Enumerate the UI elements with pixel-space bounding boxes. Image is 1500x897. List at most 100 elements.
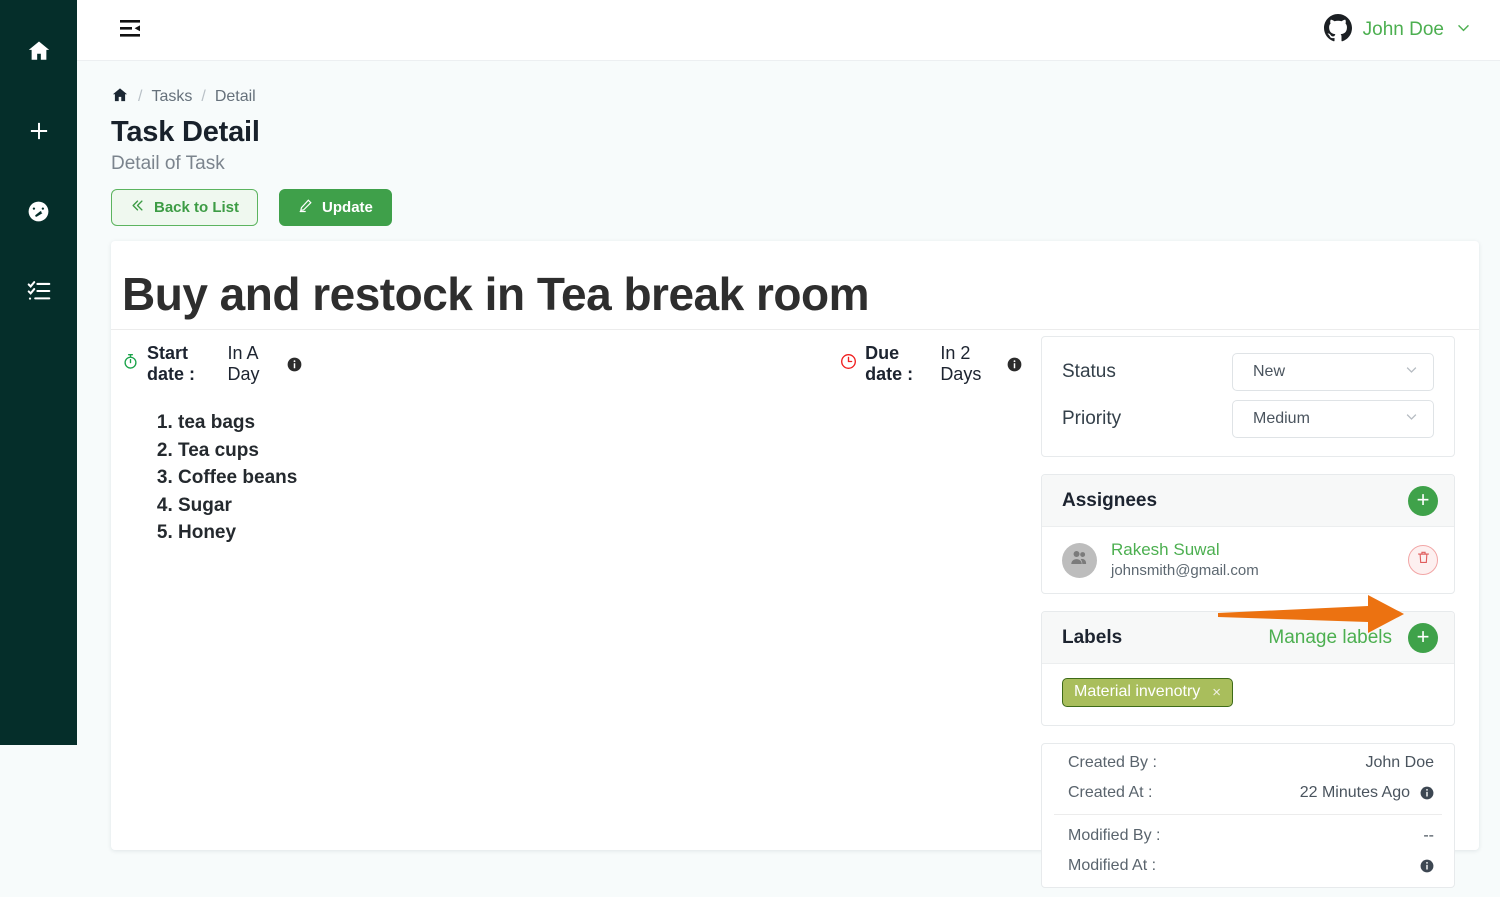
task-sidebar: Status New Priority Medium Assignees + R… bbox=[1041, 336, 1455, 897]
labels-panel: Labels Manage labels + Material invenotr… bbox=[1041, 611, 1455, 727]
avatar bbox=[1062, 542, 1097, 578]
status-select[interactable]: New bbox=[1232, 353, 1434, 391]
task-title: Buy and restock in Tea break room bbox=[122, 268, 870, 320]
sidebar-item-add[interactable] bbox=[16, 108, 62, 154]
priority-row: Priority Medium bbox=[1062, 400, 1434, 438]
left-sidebar bbox=[0, 0, 77, 745]
top-bar: John Doe bbox=[77, 0, 1500, 61]
page-header: / Tasks / Detail Task Detail Detail of T… bbox=[111, 84, 1011, 226]
list-item: Coffee beans bbox=[178, 464, 1026, 492]
due-date-label: Due date : bbox=[865, 343, 914, 384]
menu-fold-button[interactable] bbox=[113, 13, 147, 47]
page-title: Task Detail bbox=[111, 116, 260, 148]
labels-header-actions: Manage labels + bbox=[1268, 622, 1438, 653]
label-chip-text: Material invenotry bbox=[1074, 683, 1201, 701]
breadcrumb-item-tasks[interactable]: Tasks bbox=[151, 88, 192, 106]
labels-add-button[interactable]: + bbox=[1408, 622, 1438, 653]
due-date-value: In 2 Days bbox=[940, 343, 982, 384]
status-row: Status New bbox=[1062, 353, 1434, 391]
assignee-name[interactable]: Rakesh Suwal bbox=[1111, 539, 1394, 561]
plus-icon bbox=[26, 118, 52, 144]
list-item: Tea cups bbox=[178, 437, 1026, 465]
metadata-row-created-by: Created By : John Doe bbox=[1042, 748, 1454, 778]
speedometer-icon bbox=[26, 199, 51, 224]
metadata-label: Created At : bbox=[1068, 784, 1153, 802]
description-list: tea bags Tea cups Coffee beans Sugar Hon… bbox=[146, 409, 1026, 547]
metadata-label: Modified By : bbox=[1068, 827, 1161, 845]
chevron-down-icon bbox=[1455, 19, 1472, 41]
home-icon bbox=[26, 38, 52, 64]
stopwatch-icon bbox=[122, 353, 139, 375]
pencil-icon bbox=[298, 198, 313, 217]
priority-value: Medium bbox=[1253, 410, 1310, 427]
trash-icon bbox=[1416, 550, 1431, 570]
update-label: Update bbox=[322, 199, 373, 216]
manage-labels-link[interactable]: Manage labels bbox=[1268, 627, 1392, 649]
metadata-row-modified-by: Modified By : -- bbox=[1042, 821, 1454, 851]
assignees-title: Assignees bbox=[1062, 489, 1158, 511]
back-to-list-label: Back to List bbox=[154, 199, 240, 216]
info-icon[interactable] bbox=[1007, 357, 1022, 372]
assignee-email: johnsmith@gmail.com bbox=[1111, 562, 1259, 580]
assignees-header-actions: + bbox=[1408, 485, 1438, 516]
breadcrumb-item-detail[interactable]: Detail bbox=[215, 88, 256, 106]
info-icon[interactable] bbox=[1420, 786, 1434, 800]
sidebar-item-tasks[interactable] bbox=[16, 268, 62, 314]
sidebar-item-dashboard[interactable] bbox=[16, 188, 62, 234]
metadata-label: Modified At : bbox=[1068, 857, 1157, 875]
chevron-down-icon bbox=[1404, 362, 1419, 382]
assignee-item: Rakesh Suwal johnsmith@gmail.com bbox=[1042, 527, 1454, 593]
metadata-label: Created By : bbox=[1068, 754, 1157, 772]
double-chevron-left-icon bbox=[130, 198, 145, 217]
user-name-label: John Doe bbox=[1362, 19, 1444, 40]
metadata-row-modified-at: Modified At : bbox=[1042, 851, 1454, 881]
start-date: Start date : In A Day bbox=[122, 343, 302, 385]
metadata-row-created-at: Created At : 22 Minutes Ago bbox=[1042, 778, 1454, 808]
metadata-value-wrap bbox=[1410, 859, 1434, 873]
due-date: Due date : In 2 Days bbox=[840, 343, 1022, 385]
metadata-value-wrap: 22 Minutes Ago bbox=[1300, 784, 1434, 802]
status-label: Status bbox=[1062, 361, 1116, 382]
priority-label: Priority bbox=[1062, 408, 1122, 429]
menu-fold-icon bbox=[118, 16, 142, 45]
plus-icon: + bbox=[1416, 623, 1430, 649]
label-chip[interactable]: Material invenotry × bbox=[1062, 678, 1234, 708]
github-icon bbox=[1323, 13, 1352, 47]
task-description: tea bags Tea cups Coffee beans Sugar Hon… bbox=[146, 409, 1026, 547]
start-date-value: In A Day bbox=[227, 343, 260, 384]
update-button[interactable]: Update bbox=[279, 189, 392, 226]
users-icon bbox=[1069, 547, 1090, 573]
task-detail-card: Buy and restock in Tea break room Start … bbox=[111, 241, 1479, 889]
priority-select[interactable]: Medium bbox=[1232, 400, 1434, 438]
back-to-list-button[interactable]: Back to List bbox=[111, 189, 259, 226]
action-buttons: Back to List Update bbox=[111, 189, 1011, 226]
breadcrumb-separator: / bbox=[138, 88, 143, 105]
metadata-divider bbox=[1054, 814, 1442, 816]
list-item: Honey bbox=[178, 519, 1026, 547]
info-icon[interactable] bbox=[1420, 859, 1434, 873]
user-menu[interactable]: John Doe bbox=[1323, 13, 1472, 47]
plus-icon: + bbox=[1416, 486, 1430, 512]
dates-row: Start date : In A Day Due date : In 2 Da… bbox=[122, 342, 1022, 386]
assignees-header: Assignees + bbox=[1042, 475, 1454, 527]
status-priority-panel: Status New Priority Medium bbox=[1041, 336, 1455, 457]
sidebar-item-home[interactable] bbox=[16, 28, 62, 74]
home-icon[interactable] bbox=[111, 86, 129, 109]
assignees-add-button[interactable]: + bbox=[1408, 485, 1438, 516]
start-date-label: Start date : bbox=[147, 343, 196, 384]
card-divider bbox=[111, 329, 1479, 330]
app-root: John Doe / Tasks / Detail Task Detail De… bbox=[0, 0, 1500, 897]
list-item: tea bags bbox=[178, 409, 1026, 437]
assignees-panel: Assignees + Rakesh Suwal johnsmith@gmail… bbox=[1041, 474, 1455, 595]
assignee-texts: Rakesh Suwal johnsmith@gmail.com bbox=[1111, 539, 1394, 581]
page-subtitle: Detail of Task bbox=[111, 153, 225, 174]
close-icon[interactable]: × bbox=[1212, 684, 1221, 701]
chevron-down-icon bbox=[1404, 409, 1419, 429]
assignee-delete-button[interactable] bbox=[1408, 545, 1438, 576]
metadata-value: -- bbox=[1423, 827, 1434, 845]
labels-body: Material invenotry × bbox=[1042, 664, 1454, 725]
labels-title: Labels bbox=[1062, 626, 1123, 648]
info-icon[interactable] bbox=[287, 357, 302, 372]
breadcrumb-separator: / bbox=[201, 88, 206, 105]
list-item: Sugar bbox=[178, 492, 1026, 520]
